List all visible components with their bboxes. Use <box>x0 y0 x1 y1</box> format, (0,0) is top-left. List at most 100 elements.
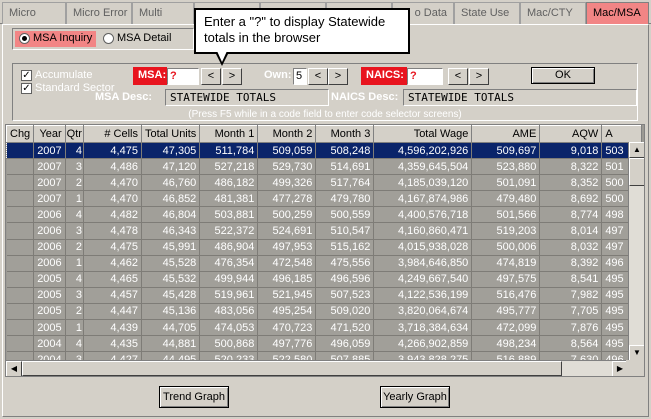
column-header[interactable]: Qtr <box>64 125 84 143</box>
table-row[interactable]: 2006 4 4,482 46,804 503,881 500,259 500,559 4,4… <box>6 206 643 224</box>
tab-mac-msa[interactable]: Mac/MSA <box>586 2 649 24</box>
table-cell <box>6 239 35 256</box>
table-row[interactable]: 2007 4 4,475 47,305 511,784 509,059 508,248 4,5… <box>6 142 643 160</box>
tab-mac-cty[interactable]: Mac/CTY <box>520 2 586 24</box>
table-cell: 1 <box>65 190 84 208</box>
table-cell: 2006 <box>33 255 66 272</box>
msa-desc-field: STATEWIDE TOTALS <box>165 89 329 106</box>
table-cell <box>6 335 35 353</box>
table-row[interactable]: 2005 2 4,447 45,136 483,056 495,254 509,020 3,8… <box>6 303 643 321</box>
table-cell: 501,091 <box>471 174 541 192</box>
table-cell: 3,718,384,634 <box>373 319 473 337</box>
table-cell: 4 <box>65 206 84 224</box>
table-cell: 509,059 <box>257 142 317 160</box>
trend-graph-button[interactable]: Trend Graph <box>159 386 229 408</box>
table-cell: 508,248 <box>315 142 375 160</box>
yearly-graph-button[interactable]: Yearly Graph <box>380 386 450 408</box>
table-cell: 46,804 <box>141 206 201 224</box>
msa-prev-button[interactable]: < <box>201 68 221 85</box>
table-cell: 517,764 <box>315 174 375 192</box>
table-row[interactable]: 2006 3 4,478 46,343 522,372 524,691 510,547 4,1… <box>6 222 643 240</box>
accumulate-checkbox[interactable]: ✓ Accumulate <box>21 69 92 81</box>
scroll-up-icon[interactable]: ▲ <box>629 142 644 158</box>
table-row[interactable]: 2005 3 4,457 45,428 519,961 521,945 507,523 4,1… <box>6 287 643 304</box>
table-cell: 45,991 <box>141 239 201 256</box>
column-header[interactable]: Total Units <box>140 125 201 143</box>
table-cell: 503,881 <box>199 206 259 224</box>
own-next-button[interactable]: > <box>328 68 348 85</box>
column-header[interactable]: Month 2 <box>257 125 317 143</box>
column-header[interactable]: Month 1 <box>199 125 259 143</box>
column-header[interactable]: AME <box>471 125 541 143</box>
table-cell: 501,566 <box>471 206 541 224</box>
table-cell: 511,784 <box>199 142 259 160</box>
table-cell <box>6 174 35 192</box>
table-cell: 2004 <box>33 335 66 353</box>
naics-next-button[interactable]: > <box>469 68 489 85</box>
naics-code-input[interactable]: ? <box>407 68 443 85</box>
table-cell: 4 <box>65 142 84 160</box>
tab-micro[interactable]: Micro <box>2 2 66 24</box>
column-header[interactable]: # Cells <box>82 125 142 143</box>
table-header-row: Chg Year Qtr # Cells Total Units Month 1… <box>6 125 643 143</box>
scroll-down-icon[interactable]: ▼ <box>629 345 644 361</box>
vertical-scroll-thumb[interactable] <box>629 158 644 186</box>
table-cell: 4,359,645,504 <box>373 158 473 176</box>
table-row[interactable]: 2006 2 4,475 45,991 486,904 497,953 515,162 4,0… <box>6 239 643 256</box>
tab-state-use[interactable]: State Use <box>454 2 520 24</box>
table-cell: 509,020 <box>315 303 375 321</box>
horizontal-scroll-thumb[interactable] <box>22 361 562 376</box>
table-cell <box>6 303 35 321</box>
table-cell: 529,730 <box>257 158 317 176</box>
table-row[interactable]: 2006 1 4,462 45,528 476,354 472,548 475,556 3,9… <box>6 255 643 272</box>
table-row[interactable]: 2005 4 4,465 45,532 499,944 496,185 496,596 4,2… <box>6 271 643 288</box>
naics-prev-button[interactable]: < <box>448 68 468 85</box>
table-cell: 8,392 <box>539 255 603 272</box>
table-cell: 45,428 <box>141 287 201 304</box>
table-row[interactable]: 2007 2 4,470 46,760 486,182 499,326 517,764 4,1… <box>6 174 643 192</box>
own-code-input[interactable]: 5 <box>293 68 307 85</box>
table-cell: 4 <box>65 271 84 288</box>
table-cell <box>6 255 35 272</box>
table-cell: 45,136 <box>141 303 201 321</box>
table-cell: 527,218 <box>199 158 259 176</box>
column-header[interactable]: A <box>601 125 643 143</box>
own-prev-button[interactable]: < <box>308 68 328 85</box>
table-cell: 519,961 <box>199 287 259 304</box>
table-cell: 519,203 <box>471 222 541 240</box>
table-cell: 7,982 <box>539 287 603 304</box>
table-cell: 496,596 <box>315 271 375 288</box>
table-cell: 2006 <box>33 222 66 240</box>
table-row[interactable]: 2007 1 4,470 46,852 481,381 477,278 479,780 4,1… <box>6 190 643 208</box>
vertical-scrollbar[interactable]: ▲ ▼ <box>628 142 644 361</box>
msa-code-input[interactable]: ? <box>167 68 199 85</box>
table-cell: 4,122,536,199 <box>373 287 473 304</box>
table-cell: 8,774 <box>539 206 603 224</box>
table-cell: 2005 <box>33 303 66 321</box>
table-row[interactable]: 2007 3 4,486 47,120 527,218 529,730 514,691 4,3… <box>6 158 643 176</box>
column-header[interactable]: Total Wage <box>373 125 473 143</box>
table-cell: 2007 <box>33 190 66 208</box>
table-cell: 472,099 <box>471 319 541 337</box>
column-header[interactable]: Chg <box>6 125 35 143</box>
scroll-left-icon[interactable]: ◀ <box>6 361 22 376</box>
table-cell: 4,470 <box>83 174 142 192</box>
table-row[interactable]: 2005 1 4,439 44,705 474,053 470,723 471,520 3,7… <box>6 319 643 337</box>
msa-inquiry-radio[interactable]: MSA Inquiry <box>15 31 97 47</box>
column-header[interactable]: Year <box>33 125 66 143</box>
own-label: Own: <box>264 69 292 81</box>
horizontal-scrollbar[interactable]: ◀ ▶ <box>6 360 628 376</box>
results-grid[interactable]: Chg Year Qtr # Cells Total Units Month 1… <box>5 124 645 377</box>
tab-micro-error[interactable]: Micro Error <box>66 2 132 24</box>
table-cell: 499,326 <box>257 174 317 192</box>
msa-next-button[interactable]: > <box>222 68 242 85</box>
msa-detail-radio[interactable]: MSA Detail <box>99 31 175 47</box>
tab-multi[interactable]: Multi <box>132 2 194 24</box>
column-header[interactable]: Month 3 <box>315 125 375 143</box>
table-row[interactable]: 2004 4 4,435 44,881 500,868 497,776 496,059 4,2… <box>6 335 643 353</box>
table-cell: 4,465 <box>83 271 142 288</box>
table-cell: 495,777 <box>471 303 541 321</box>
checkmark-icon: ✓ <box>21 82 32 94</box>
ok-button[interactable]: OK <box>531 67 595 84</box>
column-header[interactable]: AQW <box>539 125 603 143</box>
